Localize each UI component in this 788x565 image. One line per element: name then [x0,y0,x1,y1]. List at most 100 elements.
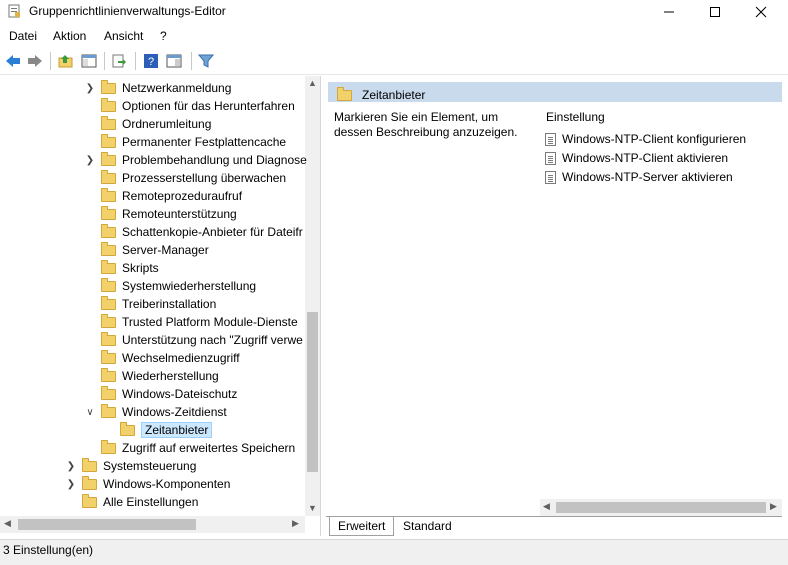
tree-item[interactable]: Wiederherstellung [85,367,219,385]
folder-icon [101,313,116,328]
folder-icon [82,493,97,508]
folder-icon [82,457,97,472]
status-bar [0,539,788,565]
menu-aktion[interactable]: Aktion [53,29,86,43]
tree-item[interactable]: Skripts [85,259,159,277]
folder-icon [101,367,116,382]
details-header-title: Zeitanbieter [337,86,425,102]
tree-item-label: Wiederherstellung [122,369,219,383]
tree-item[interactable]: Zeitanbieter [104,421,213,439]
tab-standard[interactable]: Standard [397,517,458,535]
menu-datei[interactable]: Datei [9,29,37,43]
setting-row[interactable]: Windows-NTP-Server aktivieren [545,168,733,186]
scroll-left-icon[interactable]: ◀ [4,518,11,529]
tree-item-label: Remoteunterstützung [122,207,237,221]
tree-item-label: Problembehandlung und Diagnose [122,153,307,167]
expand-icon[interactable]: ❯ [85,155,95,166]
tree-item[interactable]: Windows-Dateischutz [85,385,237,403]
tree-item[interactable]: Zugriff auf erweitertes Speichern [85,439,295,457]
tree-item[interactable]: Permanenter Festplattencache [85,133,286,151]
tree-item[interactable]: Schattenkopie-Anbieter für Dateifr [85,223,303,241]
filter-icon[interactable] [197,52,215,70]
tree-item-label: Windows-Zeitdienst [122,405,227,419]
tree-item-label: Prozesserstellung überwachen [122,171,287,185]
tree-item-label: Optionen für das Herunterfahren [122,99,295,113]
policy-setting-icon [545,132,556,146]
expand-icon[interactable]: ❯ [66,479,76,490]
tree-horizontal-scroll-thumb[interactable] [18,519,196,530]
tree-item[interactable]: Alle Einstellungen [66,493,198,511]
minimize-button[interactable] [646,0,692,24]
folder-icon [101,115,116,130]
column-header-einstellung[interactable]: Einstellung [546,110,605,124]
scroll-right-icon[interactable]: ▶ [770,501,777,512]
tree-item[interactable]: Remoteunterstützung [85,205,237,223]
setting-label: Windows-NTP-Client konfigurieren [562,132,747,146]
tree-item[interactable]: ❯ Windows-Komponenten [66,475,230,493]
tree-item-label: Alle Einstellungen [103,495,199,509]
folder-icon [101,205,116,220]
tree-item[interactable]: Optionen für das Herunterfahren [85,97,295,115]
folder-icon [101,79,116,94]
close-button[interactable] [738,0,784,24]
expand-icon[interactable]: ❯ [85,83,95,94]
toolbar-separator [135,52,136,70]
tree-item-label: Systemsteuerung [103,459,197,473]
toolbar-separator [104,52,105,70]
tree-item[interactable]: Wechselmedienzugriff [85,349,240,367]
setting-row[interactable]: Windows-NTP-Client konfigurieren [545,130,746,148]
tree-item-label: Remoteprozeduraufruf [122,189,243,203]
properties-icon[interactable] [165,52,183,70]
tree-vertical-scroll-thumb[interactable] [307,312,318,472]
setting-label: Windows-NTP-Server aktivieren [562,170,733,184]
export-icon[interactable] [110,52,128,70]
tree-item[interactable]: ❯ Problembehandlung und Diagnose [85,151,307,169]
folder-icon [101,439,116,454]
tree-item[interactable]: Prozesserstellung überwachen [85,169,286,187]
tree-item-label: Zugriff auf erweitertes Speichern [122,441,296,455]
scroll-right-icon[interactable]: ▶ [292,518,299,529]
tree-item-label: Server-Manager [122,243,209,257]
scroll-left-icon[interactable]: ◀ [543,501,550,512]
tree-item-label: Windows-Dateischutz [122,387,238,401]
forward-icon[interactable] [26,52,44,70]
scroll-down-icon[interactable]: ▼ [308,503,317,513]
collapse-icon[interactable]: ∨ [85,407,95,418]
details-horizontal-scroll-thumb[interactable] [556,502,766,513]
tree-item[interactable]: ❯ Systemsteuerung [66,457,196,475]
tree-item[interactable]: Server-Manager [85,241,209,259]
tab-strip-line [326,516,782,517]
tab-erweitert[interactable]: Erweitert [329,517,395,536]
expand-icon[interactable]: ❯ [66,461,76,472]
tree-item[interactable]: Treiberinstallation [85,295,216,313]
menu-ansicht[interactable]: Ansicht [104,29,143,43]
show-hide-tree-icon[interactable] [80,52,98,70]
folder-icon [101,277,116,292]
tree-item[interactable]: Ordnerumleitung [85,115,211,133]
up-folder-icon[interactable] [57,52,75,70]
tree-item-label: Zeitanbieter [141,422,213,438]
setting-row[interactable]: Windows-NTP-Client aktivieren [545,149,728,167]
tree-item[interactable]: Systemwiederherstellung [85,277,256,295]
tree-item[interactable]: Remoteprozeduraufruf [85,187,242,205]
tree-item[interactable]: ∨ Windows-Zeitdienst [85,403,227,421]
tree-item-label: Systemwiederherstellung [122,279,257,293]
toolbar-separator [50,52,51,70]
folder-icon [101,241,116,256]
back-icon[interactable] [4,52,22,70]
folder-icon [82,475,97,490]
tree-item-label: Unterstützung nach "Zugriff verwe [122,333,303,347]
tree-item[interactable]: ❯ Netzwerkanmeldung [85,79,231,97]
maximize-button[interactable] [692,0,738,24]
scroll-up-icon[interactable]: ▲ [308,78,317,88]
tree-item[interactable]: Unterstützung nach "Zugriff verwe [85,331,303,349]
folder-icon [101,187,116,202]
menu-help[interactable]: ? [160,29,167,43]
folder-icon [101,223,116,238]
policy-setting-icon [545,151,556,165]
folder-icon [101,403,116,418]
toolbar-separator [191,52,192,70]
tree-item[interactable]: Trusted Platform Module-Dienste [85,313,298,331]
help-icon[interactable]: ? [142,52,160,70]
window-title: Gruppenrichtlinienverwaltungs-Editor [29,4,226,18]
